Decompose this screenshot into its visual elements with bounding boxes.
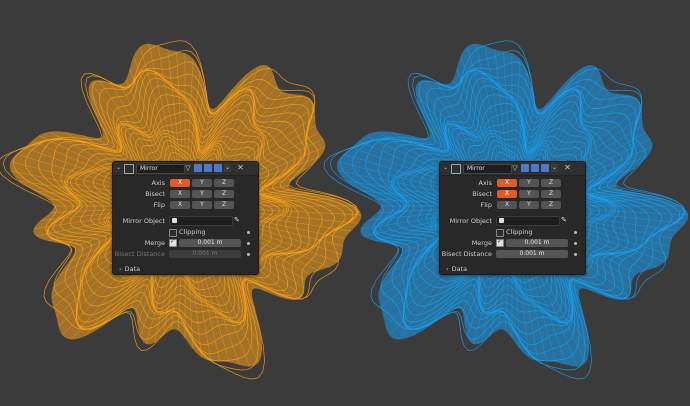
3d-viewport[interactable] [0,0,690,406]
chevron-down-icon[interactable]: ⌄ [224,164,231,172]
clipping-label: Clipping [179,228,206,236]
mirror-object-label: Mirror Object [449,217,492,225]
modifier-name-field[interactable]: Mirror [463,164,512,174]
flip-x-button[interactable]: X [497,201,517,209]
mirror-modifier-panel-left: ⌄ Mirror ▽ ⌄ ✕ Axis X Y Z Bisect X Y Z F… [112,161,259,275]
axis-label: Axis [478,179,493,187]
axis-x-button[interactable]: X [497,179,517,187]
keyframe-dot-icon[interactable] [574,231,577,234]
object-icon [172,218,177,223]
modifier-header: ⌄ Mirror ▽ ⌄ ✕ [113,162,258,176]
merge-label: Merge [471,239,492,247]
render-toggle-icon[interactable] [214,164,222,172]
edit-mode-toggle-icon[interactable] [194,164,202,172]
bisect-distance-label: Bisect Distance [441,250,492,258]
merge-distance-field[interactable]: 0.001 m [506,239,568,247]
bisect-distance-field[interactable]: 0.001 m [169,250,241,258]
close-icon[interactable]: ✕ [563,163,572,173]
chevron-down-icon[interactable]: ⌄ [551,164,558,172]
flip-x-button[interactable]: X [170,201,190,209]
bisect-z-button[interactable]: Z [541,190,561,198]
edit-mode-toggle-icon[interactable] [521,164,529,172]
data-subpanel[interactable]: › Data [119,265,140,273]
axis-y-button[interactable]: Y [519,179,539,187]
bisect-y-button[interactable]: Y [192,190,212,198]
axis-z-button[interactable]: Z [541,179,561,187]
bisect-x-button[interactable]: X [170,190,190,198]
merge-checkbox[interactable] [496,238,504,247]
flip-z-button[interactable]: Z [541,201,561,209]
object-icon [499,218,504,223]
mirror-object-label: Mirror Object [122,217,165,225]
collapse-chevron-icon[interactable]: ⌄ [443,164,450,172]
mirror-object-field[interactable] [496,216,560,226]
edit-mode-cage-icon[interactable]: ▽ [511,164,519,172]
bisect-label: Bisect [472,190,492,198]
modifier-header: ⌄ Mirror ▽ ⌄ ✕ [440,162,585,176]
modifier-name-field[interactable]: Mirror [136,164,185,174]
axis-y-button[interactable]: Y [192,179,212,187]
clipping-label: Clipping [506,228,533,236]
collapse-chevron-icon[interactable]: ⌄ [116,164,123,172]
flip-y-button[interactable]: Y [519,201,539,209]
bisect-x-button[interactable]: X [497,190,517,198]
flip-label: Flip [480,201,492,209]
render-toggle-icon[interactable] [541,164,549,172]
flip-label: Flip [153,201,165,209]
mirror-modifier-panel-right: ⌄ Mirror ▽ ⌄ ✕ Axis X Y Z Bisect X Y Z F… [439,161,586,275]
mirror-modifier-icon [451,164,461,174]
flip-y-button[interactable]: Y [192,201,212,209]
keyframe-dot-icon[interactable] [247,231,250,234]
wireframe-meshes [0,40,689,380]
axis-z-button[interactable]: Z [214,179,234,187]
viewport-toggle-icon[interactable] [531,164,539,172]
keyframe-dot-icon[interactable] [247,253,250,256]
clipping-checkbox[interactable] [496,229,504,237]
data-label: Data [124,265,141,273]
eyedropper-icon[interactable]: ✎ [234,217,240,224]
merge-label: Merge [144,239,165,247]
bisect-distance-label: Bisect Distance [114,250,165,258]
keyframe-dot-icon[interactable] [574,253,577,256]
bisect-y-button[interactable]: Y [519,190,539,198]
edit-mode-cage-icon[interactable]: ▽ [184,164,192,172]
bisect-label: Bisect [145,190,165,198]
chevron-right-icon: › [119,265,122,273]
merge-checkbox[interactable] [169,238,177,247]
keyframe-dot-icon[interactable] [247,242,250,245]
close-icon[interactable]: ✕ [236,163,245,173]
merge-distance-field[interactable]: 0.001 m [179,239,241,247]
data-subpanel[interactable]: › Data [446,265,467,273]
chevron-right-icon: › [446,265,449,273]
flip-z-button[interactable]: Z [214,201,234,209]
eyedropper-icon[interactable]: ✎ [561,217,567,224]
keyframe-dot-icon[interactable] [574,242,577,245]
bisect-z-button[interactable]: Z [214,190,234,198]
clipping-checkbox[interactable] [169,229,177,237]
mirror-object-field[interactable] [169,216,233,226]
axis-label: Axis [151,179,166,187]
data-label: Data [451,265,468,273]
mirror-modifier-icon [124,164,134,174]
viewport-toggle-icon[interactable] [204,164,212,172]
bisect-distance-field[interactable]: 0.001 m [496,250,568,258]
axis-x-button[interactable]: X [170,179,190,187]
